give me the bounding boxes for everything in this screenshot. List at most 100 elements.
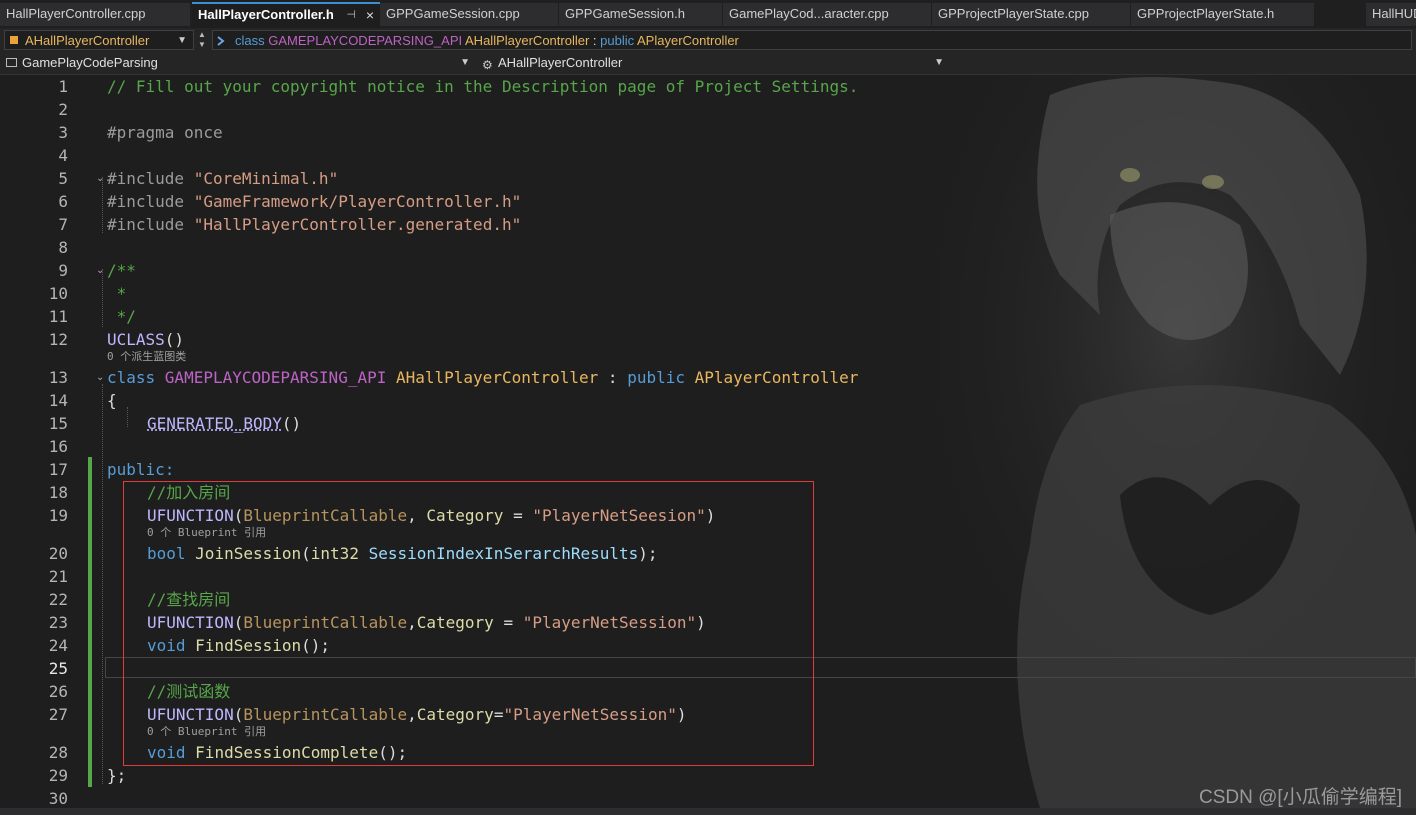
line-number: 11 <box>48 307 68 326</box>
highlight-annotation-box <box>123 481 814 766</box>
line-number: 12 <box>48 330 68 349</box>
code-token: () <box>281 414 302 433</box>
line-number: 28 <box>48 743 68 762</box>
tab-gppgamesession-h[interactable]: GPPGameSession.h <box>559 3 722 26</box>
line-number: 10 <box>48 284 68 303</box>
pin-icon[interactable]: ⊣ <box>346 4 356 26</box>
document-tab-bar: HallPlayerController.cpp HallPlayerContr… <box>0 0 1416 30</box>
project-dropdown[interactable]: GamePlayCodeParsing ▼ <box>2 54 476 72</box>
line-number: 30 <box>48 789 68 808</box>
code-token: #include <box>107 192 194 211</box>
fold-guide <box>102 384 103 784</box>
class-scope-label: AHallPlayerController <box>25 33 150 48</box>
code-token: #include <box>107 215 194 234</box>
member-label: AHallPlayerController <box>498 55 623 70</box>
line-number: 6 <box>58 192 68 211</box>
project-icon <box>6 58 17 67</box>
line-number: 15 <box>48 414 68 433</box>
line-number: 9 <box>58 261 68 280</box>
dropdown-chevron-icon: ▼ <box>460 57 470 68</box>
fold-chevron-icon[interactable]: ⌄ <box>96 173 104 184</box>
line-number: 7 <box>58 215 68 234</box>
line-number: 8 <box>58 238 68 257</box>
member-navigation-bar: GamePlayCodeParsing ▼ ⚙ AHallPlayerContr… <box>0 52 1416 75</box>
code-token: "GameFramework/PlayerController.h" <box>193 192 522 211</box>
code-line: * <box>107 284 127 303</box>
signature-separator: : <box>589 33 601 48</box>
tab-hallplayercontroller-h[interactable]: HallPlayerController.h ⊣ × <box>192 2 380 28</box>
code-token: #include <box>107 169 194 188</box>
tab-label: HallPlayerController.h <box>198 7 334 22</box>
code-line: #pragma once <box>107 123 223 142</box>
line-number: 21 <box>48 567 68 586</box>
signature-access: public <box>600 33 635 48</box>
line-number: 5 <box>58 169 68 188</box>
tab-gppgamesession-cpp[interactable]: GPPGameSession.cpp <box>380 3 558 26</box>
tab-hallplayercontroller-cpp[interactable]: HallPlayerController.cpp <box>0 3 190 26</box>
fold-guide <box>102 269 103 327</box>
line-number: 20 <box>48 544 68 563</box>
tab-label: GPPGameSession.cpp <box>386 6 520 21</box>
code-token: class <box>107 368 165 387</box>
code-line: /** <box>107 261 136 280</box>
arrow-icon <box>217 36 225 46</box>
signature-api: GAMEPLAYCODEPARSING_API <box>268 33 463 48</box>
line-number: 3 <box>58 123 68 142</box>
signature-class-name: AHallPlayerController <box>465 33 590 48</box>
line-number: 29 <box>48 766 68 785</box>
scope-navigation-bar: AHallPlayerController ▼ ▲ ▼ class GAMEPLA… <box>0 28 1416 53</box>
tab-label: GPProjectPlayerState.cpp <box>938 6 1090 21</box>
code-token: () <box>164 330 185 349</box>
tab-label: GamePlayCod...aracter.cpp <box>729 6 889 21</box>
line-number: 19 <box>48 506 68 525</box>
line-number: 22 <box>48 590 68 609</box>
code-token: GENERATED_BODY <box>147 414 282 433</box>
tab-label: HallPlayerController.cpp <box>6 6 146 21</box>
status-bar <box>0 808 1416 815</box>
line-number: 24 <box>48 636 68 655</box>
close-icon[interactable]: × <box>366 4 374 26</box>
line-number: 23 <box>48 613 68 632</box>
code-line: GENERATED_BODY() <box>147 412 301 435</box>
tab-label: HallHUD <box>1372 6 1416 21</box>
signature-dropdown[interactable]: class GAMEPLAYCODEPARSING_API AHallPlaye… <box>212 30 1412 50</box>
tab-gpprojectplayerstate-cpp[interactable]: GPProjectPlayerState.cpp <box>932 3 1130 26</box>
class-icon <box>10 36 18 44</box>
dropdown-chevron-icon: ▼ <box>934 57 944 68</box>
line-number: 25 <box>48 659 68 678</box>
line-number: 2 <box>58 100 68 119</box>
fold-chevron-icon[interactable]: ⌄ <box>96 372 104 383</box>
member-icon: ⚙ <box>482 58 493 72</box>
line-number: 14 <box>48 391 68 410</box>
code-token: AHallPlayerController <box>395 368 599 387</box>
code-editor[interactable]: 1 2 3 4 5 6 7 8 9 10 11 12 13 14 15 16 1… <box>0 75 1416 808</box>
code-token: "CoreMinimal.h" <box>193 169 339 188</box>
line-number: 4 <box>58 146 68 165</box>
code-line: public: <box>107 460 175 479</box>
line-number: 16 <box>48 437 68 456</box>
scope-spinner[interactable]: ▲ ▼ <box>196 30 208 50</box>
tab-label: GPProjectPlayerState.h <box>1137 6 1275 21</box>
tab-label: GPPGameSession.h <box>565 6 685 21</box>
project-label: GamePlayCodeParsing <box>22 55 158 70</box>
fold-chevron-icon[interactable]: ⌄ <box>96 265 104 276</box>
class-scope-dropdown[interactable]: AHallPlayerController ▼ <box>4 30 194 50</box>
signature-keyword: class <box>235 33 265 48</box>
tab-gameplaycodeparsing-character-cpp[interactable]: GamePlayCod...aracter.cpp <box>723 3 931 26</box>
code-line: #include "HallPlayerController.generated… <box>107 213 521 236</box>
line-number: 17 <box>48 460 68 479</box>
code-token: UCLASS <box>107 330 165 349</box>
member-dropdown[interactable]: ⚙ AHallPlayerController ▼ <box>478 54 950 72</box>
tab-gpprojectplayerstate-h[interactable]: GPProjectPlayerState.h <box>1131 3 1314 26</box>
code-line: class GAMEPLAYCODEPARSING_API AHallPlaye… <box>107 366 858 389</box>
codelens-hint[interactable]: 0 个派生蓝图类 <box>107 350 186 364</box>
code-token: GAMEPLAYCODEPARSING_API <box>164 368 396 387</box>
dropdown-chevron-icon: ▼ <box>177 35 187 46</box>
line-number: 1 <box>58 77 68 96</box>
code-line: #include "CoreMinimal.h" <box>107 167 338 190</box>
fold-guide <box>102 177 103 233</box>
line-number: 18 <box>48 483 68 502</box>
tab-hallhud[interactable]: HallHUD <box>1366 3 1416 26</box>
code-token: public <box>627 368 695 387</box>
code-token: APlayerController <box>694 368 859 387</box>
